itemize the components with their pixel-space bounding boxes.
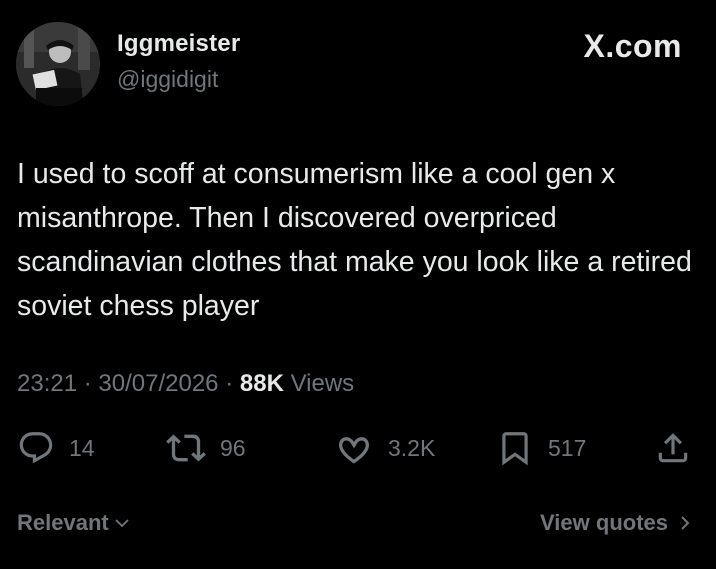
site-label: X.com [583, 28, 682, 64]
display-name[interactable]: Iggmeister [117, 30, 240, 58]
reply-count: 14 [69, 434, 95, 461]
reply-button[interactable]: 14 [17, 428, 95, 468]
bookmark-count: 517 [548, 434, 587, 461]
meta-separator: · [83, 370, 92, 397]
share-button[interactable] [654, 428, 692, 468]
post-meta: 23:21 · 30/07/2026 · 88K Views [17, 370, 354, 398]
avatar-photo [16, 22, 100, 106]
reply-icon [19, 432, 53, 464]
chevron-right-icon [681, 516, 690, 530]
avatar[interactable] [16, 22, 100, 106]
view-quotes-label: View quotes [540, 510, 668, 535]
post-date[interactable]: 30/07/2026 [98, 370, 218, 397]
like-button[interactable]: 3.2K [334, 428, 435, 468]
meta-separator: · [225, 370, 234, 397]
like-count: 3.2K [388, 434, 436, 461]
views-label: Views [290, 370, 355, 397]
user-handle[interactable]: @iggidigit [117, 66, 218, 93]
post-text: I used to scoff at consumerism like a co… [17, 158, 692, 322]
repost-count: 96 [220, 434, 246, 461]
share-icon [658, 433, 688, 463]
heart-icon [339, 437, 369, 464]
bookmark-icon [502, 432, 528, 466]
views-count: 88K [239, 370, 284, 397]
repost-button[interactable]: 96 [166, 428, 246, 468]
sort-replies-dropdown[interactable]: Relevant [17, 510, 131, 536]
repost-icon [166, 434, 206, 462]
bookmark-button[interactable]: 517 [496, 428, 586, 468]
post-time[interactable]: 23:21 [17, 370, 77, 397]
view-quotes-link[interactable]: View quotes [540, 510, 694, 536]
chevron-down-icon [115, 519, 129, 528]
sort-label: Relevant [17, 510, 109, 535]
